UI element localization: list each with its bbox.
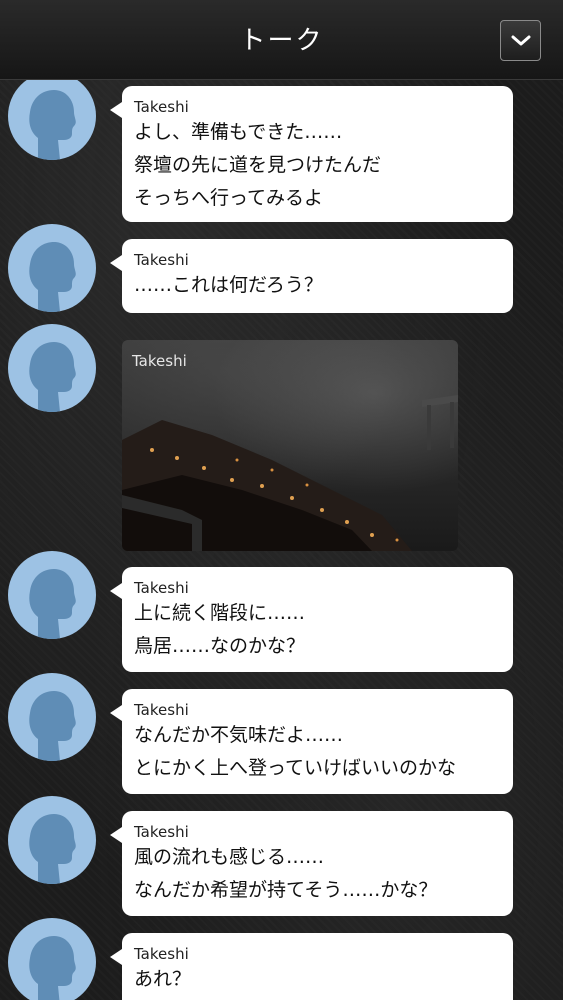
avatar[interactable] <box>8 918 96 1000</box>
header-bar: トーク <box>0 0 563 80</box>
message-line: なんだか希望が持てそう……かな？ <box>134 879 438 901</box>
avatar[interactable] <box>8 324 96 412</box>
sender-name: Takeshi <box>134 701 189 719</box>
message-line: よし、準備もできた…… <box>134 121 343 143</box>
person-silhouette-icon <box>29 342 76 412</box>
sender-name: Takeshi <box>134 251 189 269</box>
person-silhouette-icon <box>29 90 76 160</box>
message-bubble: Takeshi 上に続く階段に…… 鳥居……なのかな？ <box>110 567 513 672</box>
message-bubble: Takeshi よし、準備もできた…… 祭壇の先に道を見つけたんだ そっちへ行っ… <box>110 86 513 222</box>
sender-name: Takeshi <box>134 823 189 841</box>
sender-name: Takeshi <box>134 579 189 597</box>
message-bubble: Takeshi あれ？ <box>110 933 513 1000</box>
avatar[interactable] <box>8 72 96 160</box>
image-message[interactable]: Takeshi <box>122 340 458 551</box>
message-line: 上に続く階段に…… <box>134 602 306 624</box>
sender-name: Takeshi <box>132 352 187 370</box>
sender-name: Takeshi <box>134 98 189 116</box>
message-bubble: Takeshi ……これは何だろう？ <box>110 239 513 313</box>
message-line: ……これは何だろう？ <box>134 274 323 296</box>
message-bubble: Takeshi なんだか不気味だよ…… とにかく上へ登っていけばいいのかな <box>110 689 513 794</box>
avatar[interactable] <box>8 224 96 312</box>
shrine-stairs-photo <box>122 395 458 551</box>
avatar[interactable] <box>8 673 96 761</box>
page-title: トーク <box>239 26 324 56</box>
person-silhouette-icon <box>29 936 76 1000</box>
person-silhouette-icon <box>29 814 76 884</box>
message-line: そっちへ行ってみるよ <box>134 187 324 209</box>
message-line: 鳥居……なのかな？ <box>134 635 306 657</box>
collapse-button[interactable] <box>500 20 541 61</box>
sender-name: Takeshi <box>134 945 189 963</box>
message-line: 風の流れも感じる…… <box>134 846 325 868</box>
message-line: あれ？ <box>134 968 192 990</box>
message-bubble: Takeshi 風の流れも感じる…… なんだか希望が持てそう……かな？ <box>110 811 513 916</box>
message-line: とにかく上へ登っていけばいいのかな <box>134 757 457 779</box>
message-line: 祭壇の先に道を見つけたんだ <box>134 154 382 176</box>
avatar[interactable] <box>8 796 96 884</box>
message-line: なんだか不気味だよ…… <box>134 724 344 746</box>
avatar[interactable] <box>8 551 96 639</box>
person-silhouette-icon <box>29 569 76 639</box>
person-silhouette-icon <box>29 691 76 761</box>
person-silhouette-icon <box>29 242 76 312</box>
chevron-down-icon <box>511 35 531 46</box>
